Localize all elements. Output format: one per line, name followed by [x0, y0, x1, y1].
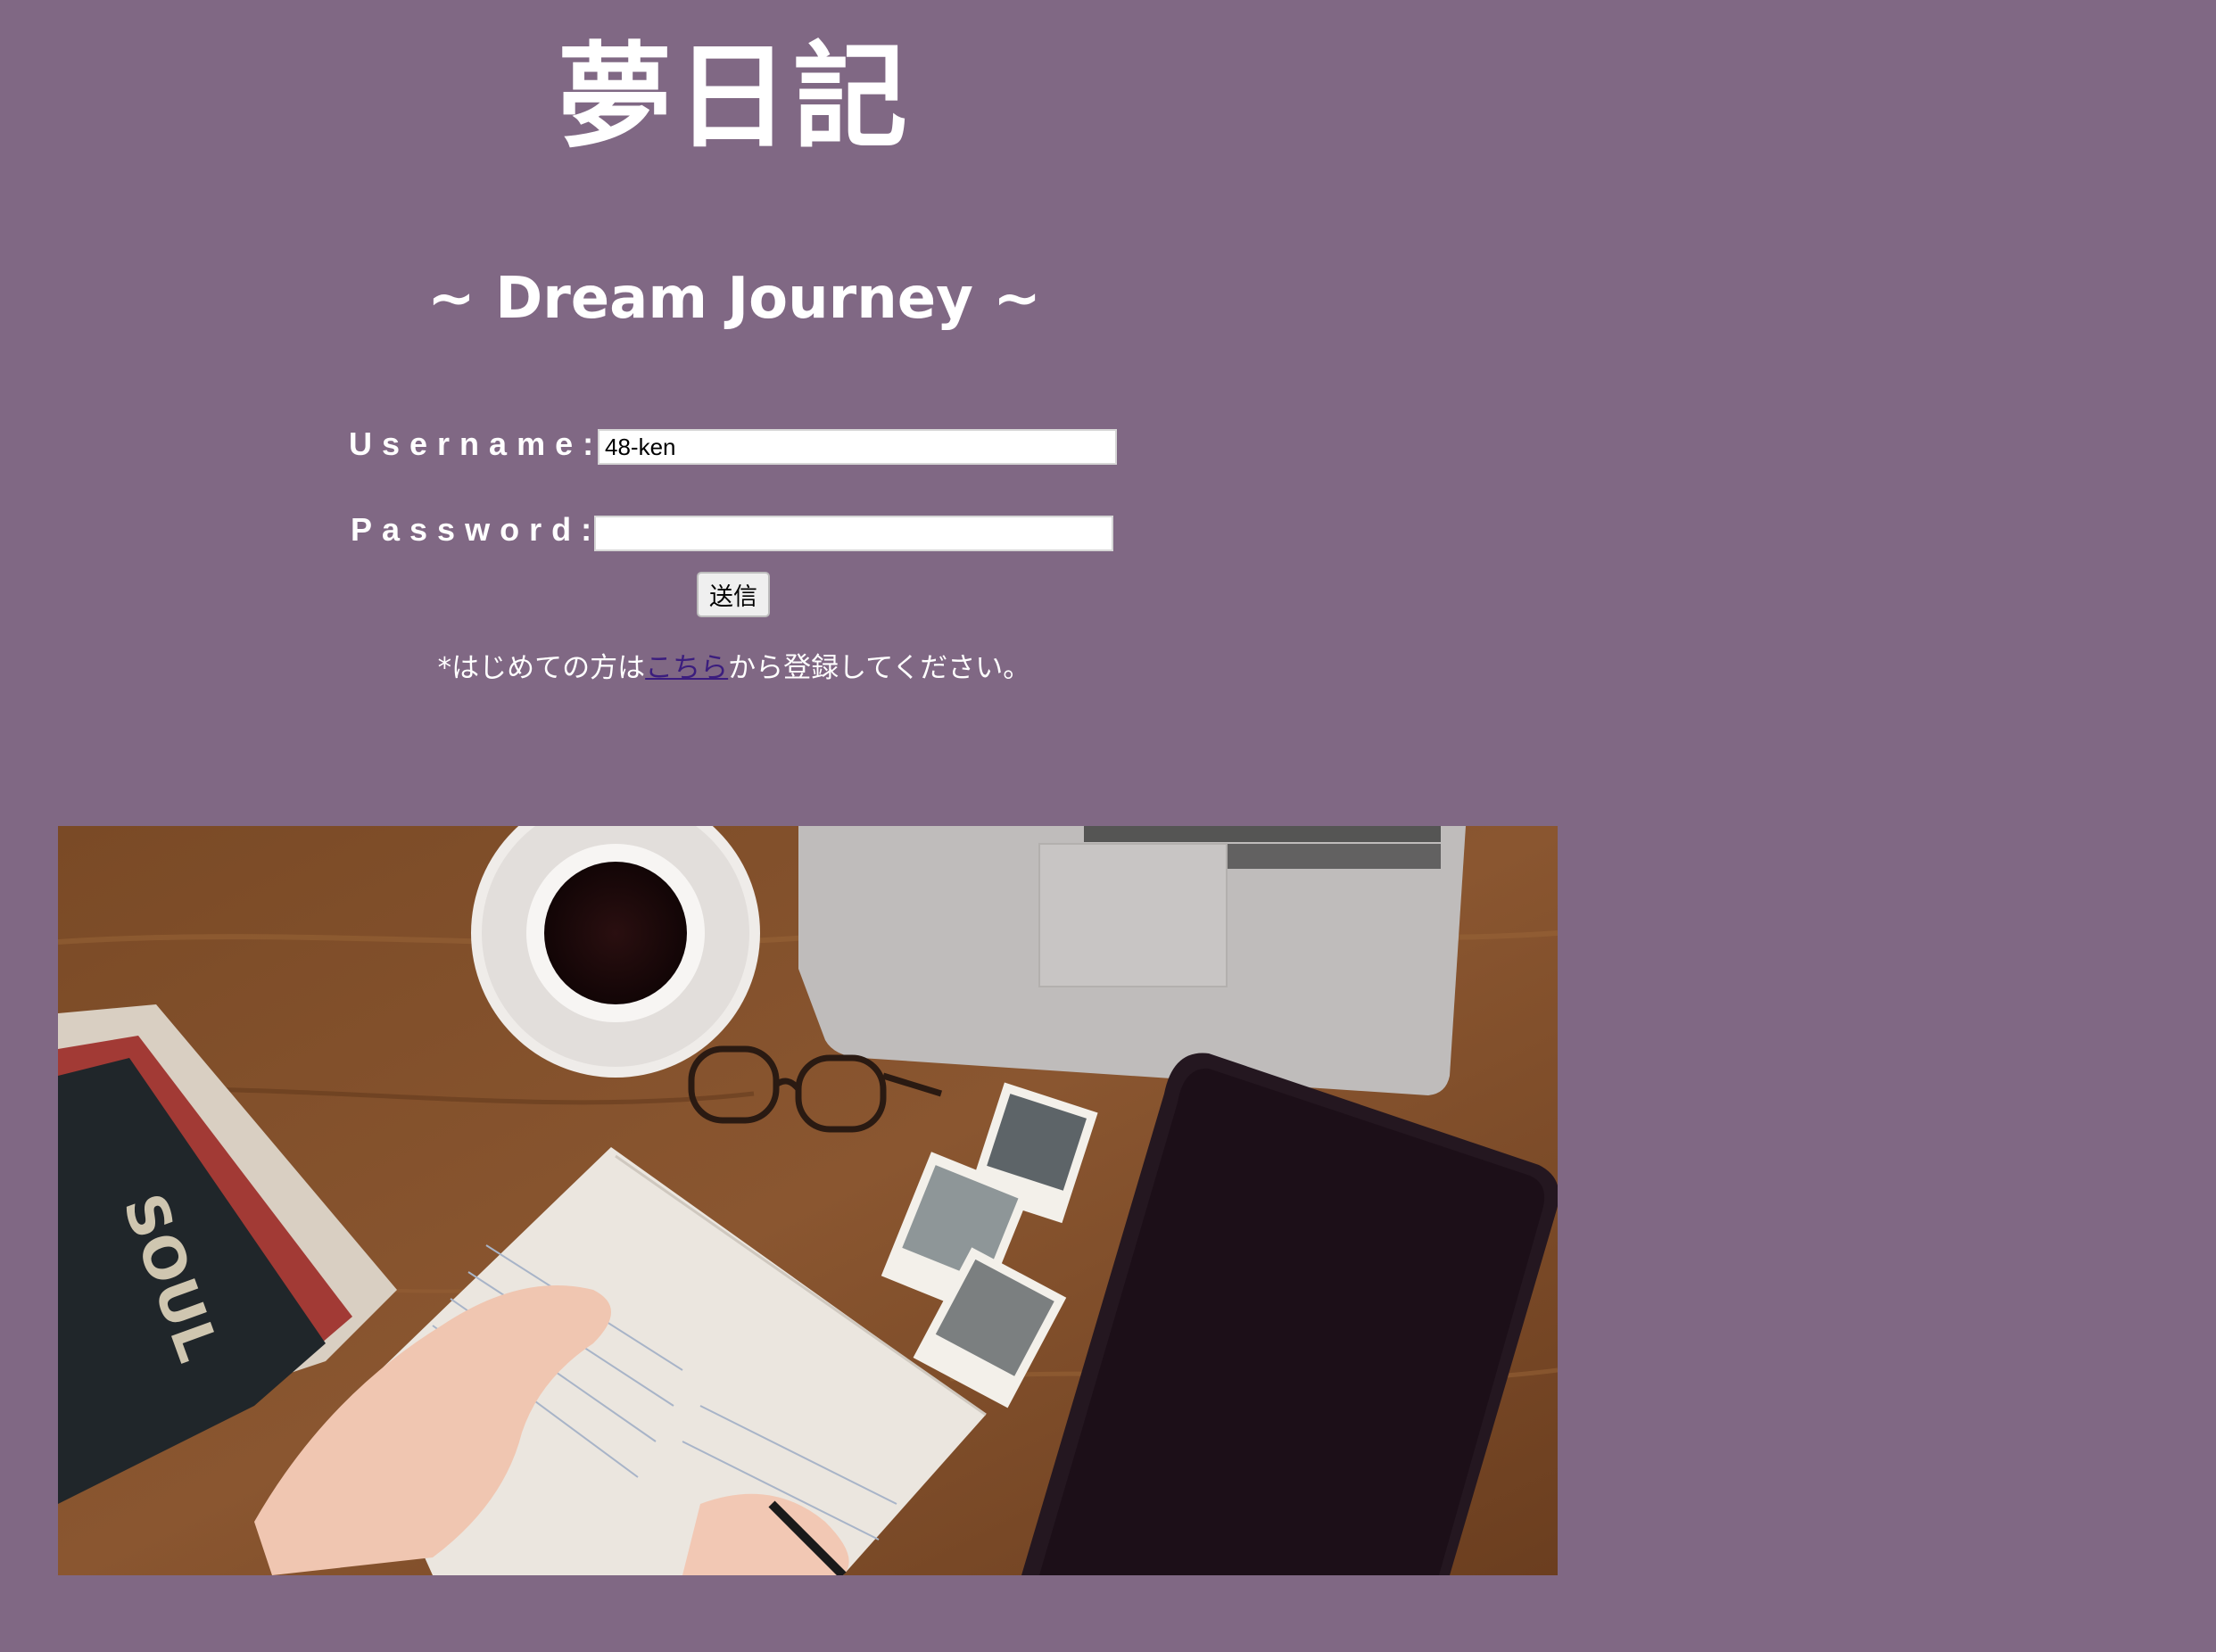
- register-note-suffix: から登録してください。: [728, 652, 1031, 684]
- site-title: 夢日記: [557, 31, 911, 164]
- login-page: 夢日記 ~ Dream Journey ~ Username: Password…: [0, 0, 2216, 1652]
- register-link[interactable]: こちら: [645, 652, 728, 684]
- desk-photo-illustration: SOUL: [58, 826, 1558, 1575]
- submit-button[interactable]: 送信: [697, 572, 770, 617]
- register-note: *はじめての方はこちらから登録してください。: [0, 646, 1468, 690]
- password-label: Password:: [351, 511, 602, 548]
- register-note-prefix: *はじめての方は: [437, 652, 646, 684]
- username-input[interactable]: [598, 429, 1117, 465]
- laptop: [798, 826, 1466, 1095]
- username-label: Username:: [349, 425, 604, 462]
- hero-desk-photo: SOUL: [58, 826, 1558, 1575]
- site-subtitle: ~ Dream Journey ~: [427, 266, 1041, 332]
- password-input[interactable]: [594, 516, 1113, 551]
